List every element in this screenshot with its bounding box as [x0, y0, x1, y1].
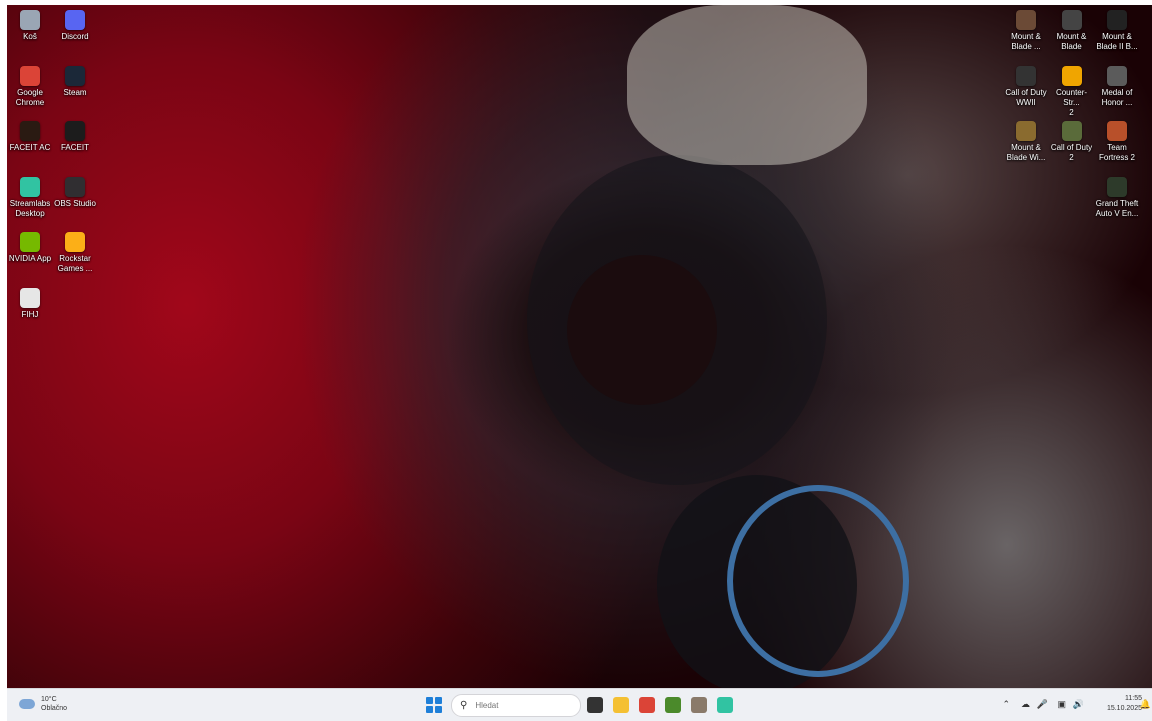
- windows-start-icon[interactable]: [426, 697, 442, 713]
- desktop-icon-label: Call of Duty 2: [1050, 143, 1093, 162]
- desktop-icon-label: Call of Duty WWII: [1005, 87, 1047, 107]
- cloud-icon: [19, 699, 35, 709]
- desktop-icon-label: NVIDIA App: [8, 254, 52, 263]
- desktop-icon-label: Koš: [23, 32, 37, 41]
- desktop-icon-label: Google Chrome: [15, 87, 45, 107]
- desktop-icon[interactable]: Mount & Blade: [1049, 10, 1095, 52]
- nvidia-icon: [20, 232, 40, 252]
- mount-blade-classic-icon: [1061, 10, 1082, 30]
- notification-icon[interactable]: 🔔: [1140, 699, 1151, 710]
- desktop-icon[interactable]: Call of Duty WWII: [1003, 65, 1049, 108]
- desktop-icon[interactable]: Streamlabs Desktop: [7, 176, 53, 219]
- desktop-icon[interactable]: Steam: [52, 65, 98, 98]
- clock[interactable]: 11:55 15.10.2025: [1107, 694, 1142, 714]
- file-icon: [20, 287, 40, 308]
- desktop-icon-label: Rockstar Games ...: [57, 254, 93, 273]
- desktop-icon-label: Steam: [63, 87, 87, 97]
- weather-widget[interactable]: 10°C Oblačno: [19, 695, 67, 713]
- desktop-icon[interactable]: Mount & Blade ...: [1003, 10, 1049, 52]
- desktop-icon-label: Discord: [61, 32, 89, 41]
- wallpaper-mask-strap: [627, 5, 867, 165]
- desktop-icon[interactable]: FACEIT AC: [7, 121, 53, 153]
- desktop-icon[interactable]: NVIDIA App: [7, 232, 53, 264]
- desktop-icon[interactable]: Rockstar Games ...: [52, 232, 98, 274]
- mount-blade-icon: [1016, 10, 1036, 30]
- chevron-up-icon[interactable]: ⌃: [1002, 699, 1010, 710]
- desktop-icon-label: FACEIT: [60, 143, 89, 152]
- desktop-icon[interactable]: Mount & Blade II B...: [1094, 10, 1140, 52]
- tf2-icon: [1107, 121, 1127, 141]
- discord-icon: [65, 10, 85, 30]
- task-view-icon[interactable]: [587, 697, 603, 713]
- desktop-icon[interactable]: Medal of Honor ...: [1094, 65, 1140, 108]
- desktop-icon-label: FACEIT AC: [9, 143, 51, 152]
- rockstar-icon: [65, 232, 85, 252]
- taskbar: 10°C Oblačno ⚲ ⌃ ☁ 🎤 ▣ 🔊 11:55 15.10.202…: [7, 688, 1152, 721]
- taskbar-search[interactable]: ⚲: [451, 694, 581, 717]
- clock-time: 11:55: [1125, 695, 1142, 702]
- search-input[interactable]: [473, 700, 568, 711]
- volume-icon[interactable]: 🔊: [1073, 699, 1084, 710]
- desktop-icon-label: Streamlabs Desktop: [9, 198, 51, 218]
- desktop-icon-label: Mount & Blade: [1056, 32, 1087, 51]
- desktop-icon[interactable]: FIHJ: [7, 287, 53, 320]
- obs-icon: [65, 176, 85, 197]
- desktop-icon-label: Mount & Blade Wi...: [1006, 143, 1046, 162]
- desktop-icon[interactable]: Koš: [7, 10, 53, 42]
- chrome-icon: [20, 65, 40, 86]
- desktop-icon-label: Counter-Str... 2: [1055, 87, 1088, 117]
- network-icon[interactable]: ▣: [1057, 699, 1066, 710]
- weather-description: Oblačno: [41, 705, 68, 712]
- mount-blade-icon[interactable]: [691, 697, 707, 713]
- warband-icon: [1016, 121, 1036, 141]
- medal-of-honor-icon: [1107, 65, 1127, 86]
- microphone-icon[interactable]: 🎤: [1037, 699, 1048, 710]
- desktop-icon-label: Mount & Blade ...: [1011, 32, 1041, 51]
- desktop-icon-label: Mount & Blade II B...: [1096, 32, 1138, 51]
- desktop-icon[interactable]: Mount & Blade Wi...: [1003, 121, 1049, 163]
- cod2-icon: [1061, 121, 1082, 141]
- faceit-ac-icon: [20, 121, 40, 141]
- clock-date: 15.10.2025: [1106, 705, 1142, 712]
- desktop-icon[interactable]: Team Fortress 2: [1094, 121, 1140, 163]
- desktop-icon-label: Team Fortress 2: [1098, 143, 1135, 162]
- desktop-icon-label: OBS Studio: [54, 198, 96, 208]
- recycle-bin-icon: [20, 10, 40, 30]
- wallpaper-mask-ring: [727, 485, 909, 677]
- desktop-icon[interactable]: OBS Studio: [52, 176, 98, 209]
- desktop-icon[interactable]: FACEIT: [52, 121, 98, 153]
- chrome-icon[interactable]: [639, 697, 655, 713]
- desktop-icon[interactable]: Discord: [52, 10, 98, 42]
- desktop-icon-label: FIHJ: [21, 309, 39, 319]
- cod-wwii-icon: [1016, 65, 1036, 86]
- desktop-icon[interactable]: Google Chrome: [7, 65, 53, 108]
- desktop-icon-label: Grand Theft Auto V En...: [1095, 198, 1139, 218]
- streamlabs-icon[interactable]: [717, 697, 733, 713]
- onedrive-icon[interactable]: ☁: [1021, 699, 1030, 710]
- desktop-icon[interactable]: Call of Duty 2: [1049, 121, 1095, 163]
- desktop-icon[interactable]: Counter-Str... 2: [1049, 65, 1095, 118]
- faceit-icon: [65, 121, 85, 141]
- streamlabs-icon: [20, 176, 40, 197]
- bannerlord-icon: [1107, 10, 1127, 30]
- cs2-icon: [1061, 65, 1082, 86]
- file-explorer-icon[interactable]: [613, 697, 629, 713]
- wallpaper-mask-eye: [567, 255, 717, 405]
- search-icon: ⚲: [460, 700, 468, 711]
- desktop-wallpaper: Koš Discord Google Chrome Steam FACEIT AC FAC…: [7, 5, 1152, 688]
- weather-temperature: 10°C: [41, 696, 57, 703]
- desktop-icon[interactable]: Grand Theft Auto V En...: [1094, 176, 1140, 219]
- gta-v-icon: [1107, 176, 1127, 197]
- desktop-icon-label: Medal of Honor ...: [1101, 87, 1133, 107]
- steam-icon: [65, 65, 85, 86]
- minecraft-icon[interactable]: [665, 697, 681, 713]
